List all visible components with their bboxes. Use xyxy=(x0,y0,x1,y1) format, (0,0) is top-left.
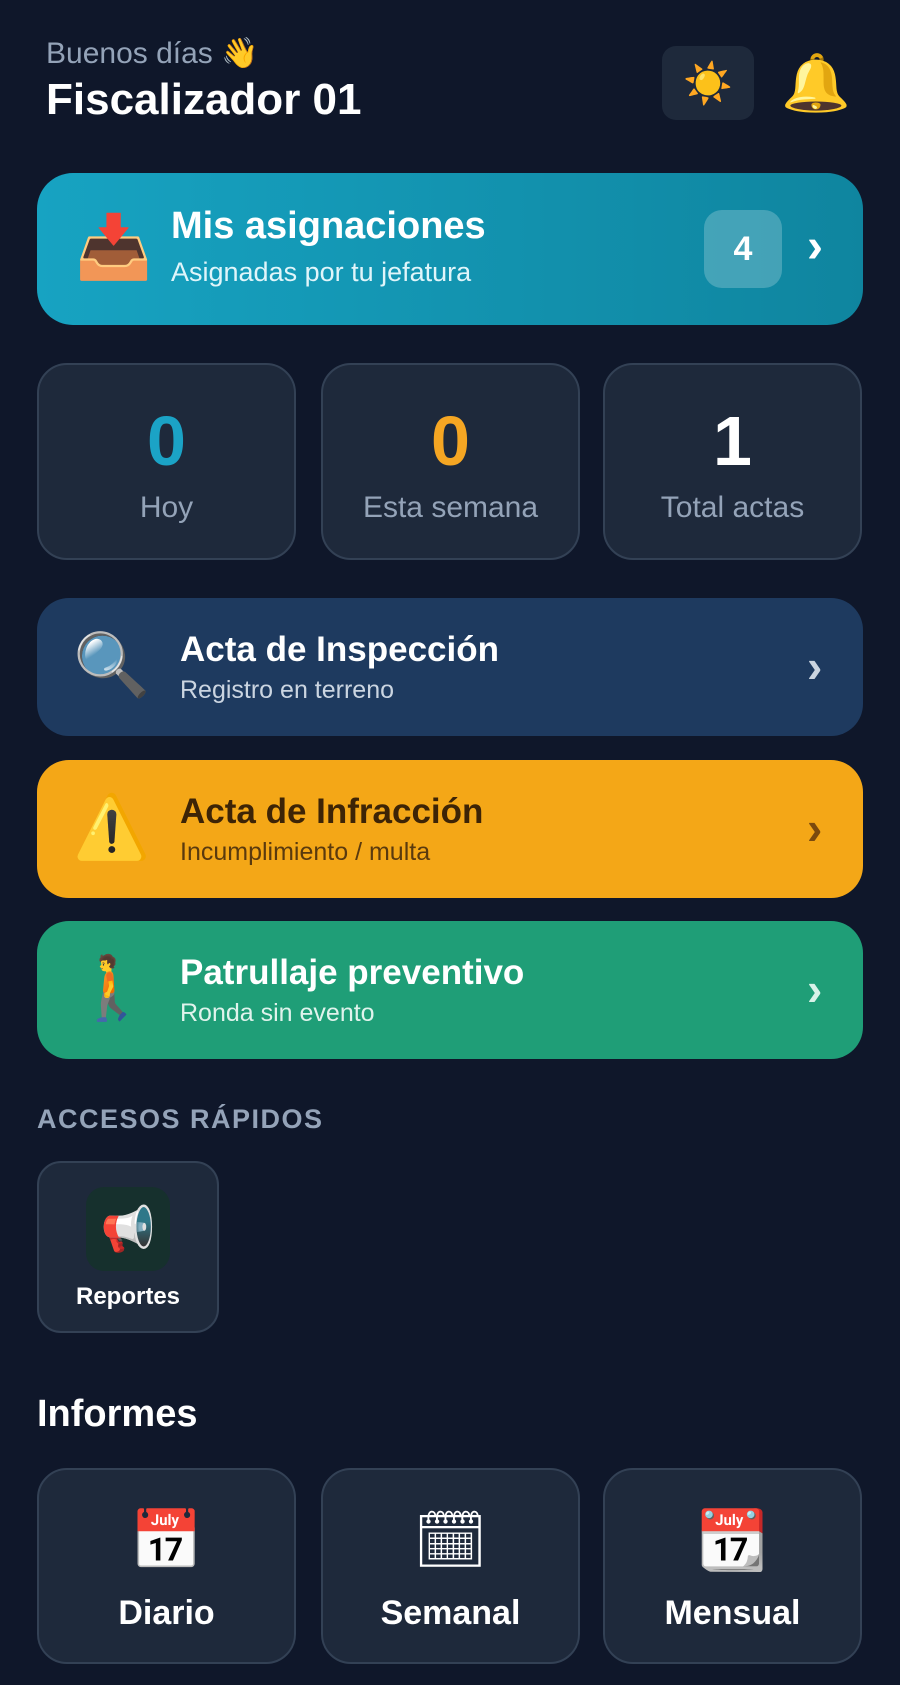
stat-label-week: Esta semana xyxy=(362,491,539,524)
reports-heading: Informes xyxy=(37,1393,198,1435)
stat-value-week: 0 xyxy=(431,402,470,480)
bell-icon: 🔔 xyxy=(781,51,851,114)
inspection-report-button[interactable]: 🔍 Acta de Inspección Registro en terreno… xyxy=(37,598,863,736)
header: Buenos días 👋 Fiscalizador 01 xyxy=(46,36,361,126)
stat-card-week: 0 Esta semana xyxy=(321,363,580,560)
action-title: Patrullaje preventivo xyxy=(180,953,525,992)
stat-value-today: 0 xyxy=(147,402,186,480)
chevron-right-icon: › xyxy=(807,802,823,854)
theme-toggle-button[interactable]: ☀️ xyxy=(662,46,754,120)
report-label: Semanal xyxy=(380,1594,521,1632)
stat-label-today: Hoy xyxy=(139,491,194,524)
sun-icon: ☀️ xyxy=(683,61,733,106)
chevron-right-icon: › xyxy=(807,963,823,1015)
user-name: Fiscalizador 01 xyxy=(46,75,362,124)
magnifying-glass-icon: 🔍 xyxy=(73,631,151,700)
action-subtitle: Registro en terreno xyxy=(180,676,395,704)
quick-access-heading: ACCESOS RÁPIDOS xyxy=(37,1104,324,1134)
report-label: Mensual xyxy=(664,1594,801,1632)
report-label: Diario xyxy=(118,1594,215,1632)
assignments-count-badge: 4 xyxy=(704,210,782,288)
infraction-report-button[interactable]: ⚠️ Acta de Infracción Incumplimiento / m… xyxy=(37,760,863,898)
report-daily-button[interactable]: 📅 Diario xyxy=(37,1468,296,1664)
stat-value-total: 1 xyxy=(713,402,752,480)
stat-card-total: 1 Total actas xyxy=(603,363,862,560)
report-weekly-button[interactable]: 🗓 Semanal xyxy=(321,1468,580,1664)
megaphone-icon: 📢 xyxy=(100,1205,156,1254)
quick-access-label: Reportes xyxy=(75,1283,181,1310)
stat-label-total: Total actas xyxy=(660,491,805,524)
walking-person-icon: 🚶 xyxy=(73,954,151,1023)
tear-off-calendar-icon: 📆 xyxy=(696,1508,769,1573)
notifications-button[interactable]: 🔔 xyxy=(770,46,862,120)
action-subtitle: Ronda sin evento xyxy=(180,999,375,1027)
warning-icon: ⚠️ xyxy=(73,793,151,862)
chevron-right-icon: › xyxy=(807,640,823,692)
calendar-icon: 📅 xyxy=(130,1508,203,1573)
assignments-title: Mis asignaciones xyxy=(171,205,486,247)
action-title: Acta de Infracción xyxy=(180,792,484,831)
inbox-tray-icon: 📥 xyxy=(75,213,153,282)
report-monthly-button[interactable]: 📆 Mensual xyxy=(603,1468,862,1664)
assignments-subtitle: Asignadas por tu jefatura xyxy=(171,257,472,287)
chevron-right-icon: › xyxy=(807,220,823,273)
my-assignments-card[interactable]: 📥 Mis asignaciones Asignadas por tu jefa… xyxy=(37,173,863,325)
megaphone-icon-box: 📢 xyxy=(86,1187,170,1271)
quick-access-reports[interactable]: 📢 Reportes xyxy=(37,1161,219,1333)
action-subtitle: Incumplimiento / multa xyxy=(180,838,431,866)
preventive-patrol-button[interactable]: 🚶 Patrullaje preventivo Ronda sin evento… xyxy=(37,921,863,1059)
stat-card-today: 0 Hoy xyxy=(37,363,296,560)
spiral-calendar-icon: 🗓 xyxy=(413,1508,488,1573)
greeting-text: Buenos días 👋 xyxy=(46,37,259,70)
action-title: Acta de Inspección xyxy=(180,630,499,669)
